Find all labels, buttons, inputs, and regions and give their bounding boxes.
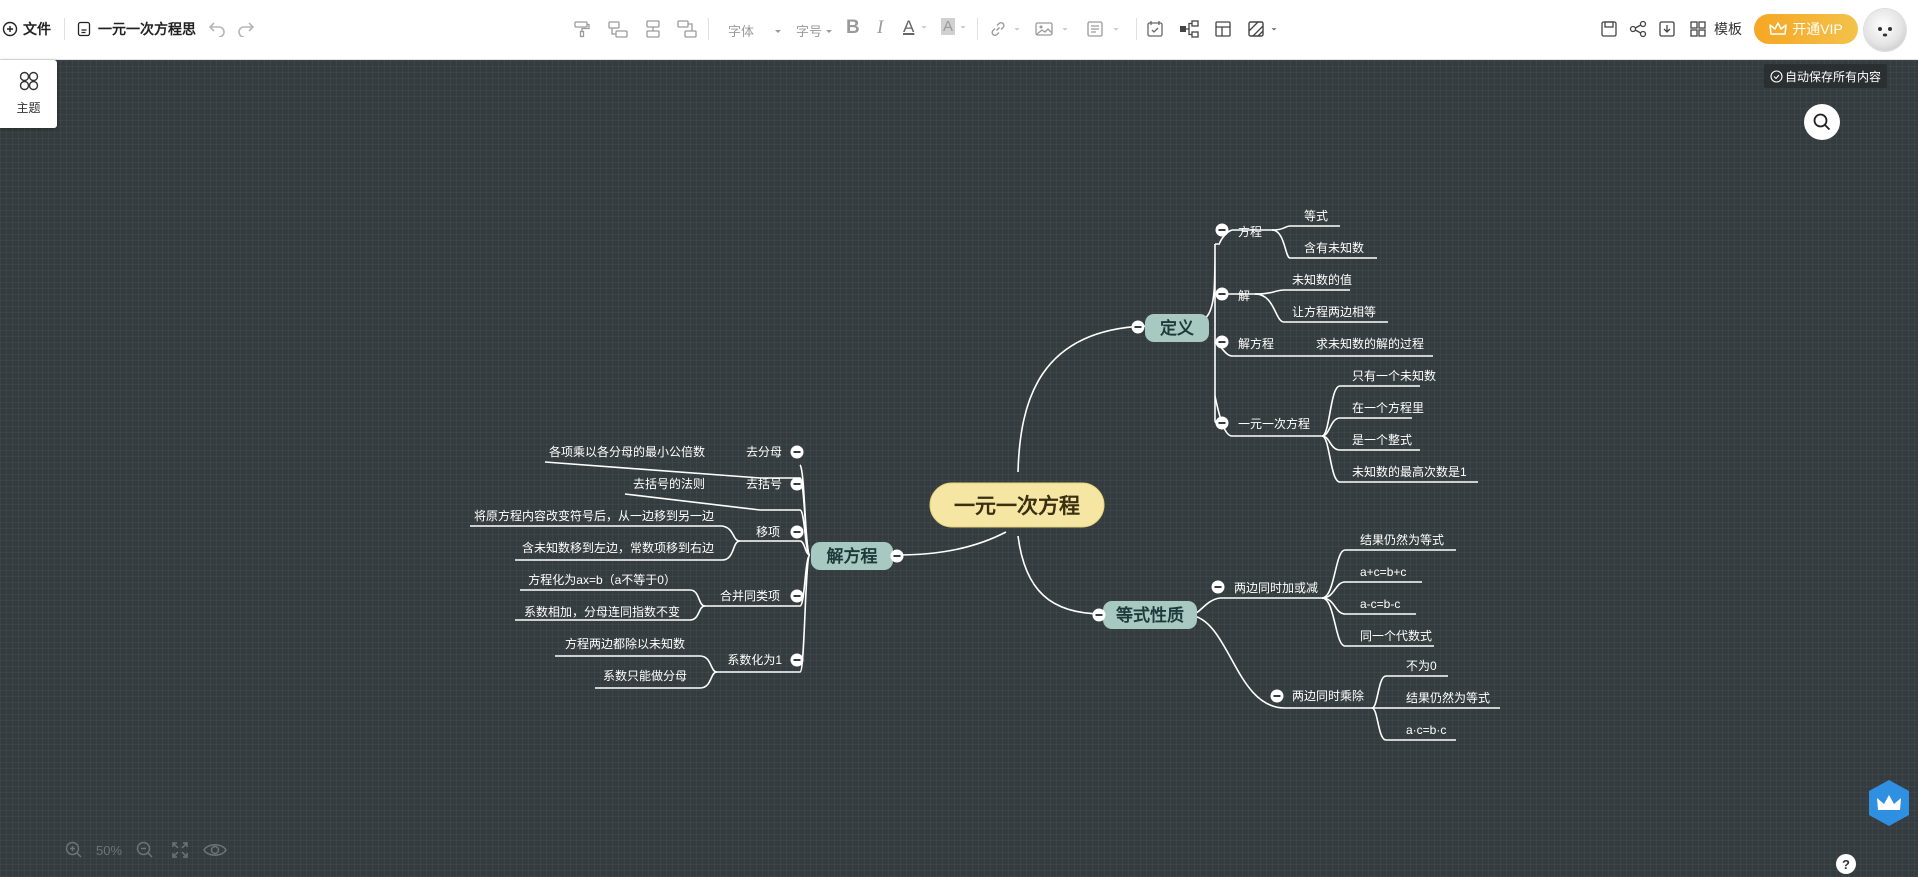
collapse-toggles — [790, 223, 1284, 703]
main-topic-definition[interactable]: 定义 — [1145, 314, 1209, 342]
search-button[interactable] — [1804, 104, 1840, 140]
collapse-toggle-icon[interactable] — [790, 445, 804, 459]
main-topic-properties[interactable]: 等式性质 — [1103, 601, 1197, 629]
zoom-in-button[interactable] — [64, 840, 84, 860]
leaf-label[interactable]: 求未知数的解的过程 — [1316, 336, 1424, 351]
zoom-out-button[interactable] — [135, 840, 155, 860]
subtopic-label[interactable]: 解方程 — [1238, 336, 1274, 351]
collapse-toggle-icon[interactable] — [1131, 320, 1145, 334]
collapse-toggle-icon[interactable] — [1215, 416, 1229, 430]
subtopic-label[interactable]: 解 — [1238, 289, 1250, 303]
collapse-toggle-icon[interactable] — [1211, 580, 1225, 594]
crown-badge-icon — [1869, 780, 1909, 826]
subtopic-label[interactable]: 移项 — [756, 525, 780, 539]
leaf-label[interactable]: 是一个整式 — [1352, 432, 1412, 447]
collapse-toggle-icon[interactable] — [790, 477, 804, 491]
collapse-toggle-icon[interactable] — [790, 589, 804, 603]
subtopic-label[interactable]: 去分母 — [746, 445, 782, 459]
subtopic-label[interactable]: 两边同时加或减 — [1234, 581, 1318, 595]
help-button[interactable]: ? — [1836, 854, 1856, 874]
leaf-label[interactable]: a-c=b-c — [1360, 597, 1400, 611]
leaf-label[interactable]: 含有未知数 — [1304, 240, 1364, 255]
theme-panel-button[interactable]: 主题 — [0, 60, 57, 128]
fit-screen-button[interactable] — [170, 840, 190, 860]
mindmap: 一元一次方程 定义 等式性质 解方程 方程 等式 含有未知数 解 未知数的值 让… — [470, 209, 1500, 741]
collapse-toggle-icon[interactable] — [1215, 223, 1229, 237]
leaf-label[interactable]: 等式 — [1304, 209, 1328, 223]
root-topic[interactable]: 一元一次方程 — [929, 482, 1105, 528]
collapse-toggle-icon[interactable] — [1215, 335, 1229, 349]
leaf-label[interactable]: 结果仍然为等式 — [1406, 690, 1490, 705]
collapse-toggle-icon[interactable] — [1215, 287, 1229, 301]
check-circle-icon — [1770, 69, 1783, 83]
collapse-toggle-icon[interactable] — [790, 653, 804, 667]
subtopic-label[interactable]: 一元一次方程 — [1238, 416, 1310, 431]
leaf-label[interactable]: 方程化为ax=b（a不等于0） — [528, 572, 676, 587]
autosave-status: 自动保存所有内容 — [1764, 64, 1888, 88]
subtopic-label[interactable]: 两边同时乘除 — [1292, 688, 1364, 703]
leaf-label[interactable]: 结果仍然为等式 — [1360, 532, 1444, 547]
leaf-label[interactable]: 未知数的值 — [1292, 272, 1352, 287]
leaf-label[interactable]: 系数相加，分母连同指数不变 — [524, 604, 680, 619]
main-topic-solving[interactable]: 解方程 — [811, 542, 893, 570]
leaf-label[interactable]: 在一个方程里 — [1352, 400, 1424, 415]
subtopic-label[interactable]: 系数化为1 — [727, 652, 782, 667]
zoom-level: 50% — [96, 843, 123, 858]
theme-icon — [19, 71, 38, 91]
zoom-in-icon — [65, 841, 82, 858]
subtopic-label[interactable]: 合并同类项 — [720, 588, 780, 603]
subtopic-label[interactable]: 方程 — [1238, 224, 1262, 239]
main-topic-solving-text: 解方程 — [827, 546, 878, 566]
leaf-label[interactable]: 含未知数移到左边，常数项移到右边 — [522, 540, 714, 555]
leaf-label[interactable]: 让方程两边相等 — [1292, 304, 1376, 319]
autosave-text: 自动保存所有内容 — [1785, 69, 1882, 84]
leaf-label[interactable]: 各项乘以各分母的最小公倍数 — [549, 444, 705, 459]
vip-crown-badge[interactable] — [1866, 778, 1912, 833]
leaf-label[interactable]: 方程两边都除以未知数 — [565, 636, 685, 651]
leaf-label[interactable]: 只有一个未知数 — [1352, 368, 1436, 383]
zoom-out-icon — [136, 841, 153, 858]
subtopic-label[interactable]: 去括号 — [746, 476, 782, 491]
root-topic-text: 一元一次方程 — [954, 494, 1080, 518]
leaf-label[interactable]: 系数只能做分母 — [603, 668, 687, 683]
leaf-label[interactable]: 未知数的最高次数是1 — [1352, 464, 1467, 479]
theme-label: 主题 — [16, 101, 41, 115]
collapse-toggle-icon[interactable] — [890, 549, 904, 563]
leaf-label[interactable]: 不为0 — [1406, 659, 1437, 673]
leaf-label[interactable]: 去括号的法则 — [633, 476, 705, 491]
leaf-label[interactable]: a·c=b·c — [1406, 723, 1446, 737]
eye-icon — [203, 844, 227, 856]
leaf-label[interactable]: a+c=b+c — [1360, 565, 1406, 579]
main-topic-properties-text: 等式性质 — [1116, 605, 1184, 625]
leaf-label[interactable]: 同一个代数式 — [1360, 628, 1432, 643]
leaf-label[interactable]: 将原方程内容改变符号后，从一边移到另一边 — [474, 508, 714, 523]
main-topic-definition-text: 定义 — [1160, 318, 1194, 338]
collapse-toggle-icon[interactable] — [1270, 689, 1284, 703]
preview-button[interactable] — [202, 840, 228, 860]
search-icon — [1813, 113, 1831, 131]
fullscreen-icon — [172, 842, 188, 858]
collapse-toggle-icon[interactable] — [1092, 608, 1106, 622]
collapse-toggle-icon[interactable] — [790, 525, 804, 539]
